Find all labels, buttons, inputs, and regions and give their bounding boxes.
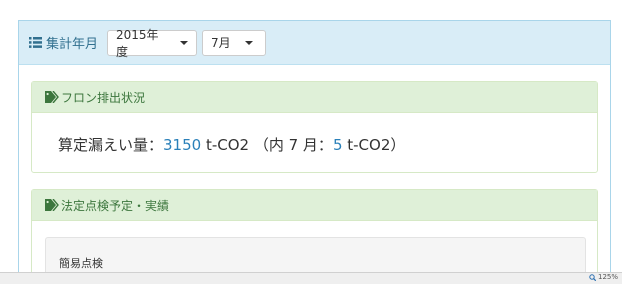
summary-panel: 集計年月 2015年度 7月 フロン排出状況 算定漏えい量：3150 t-CO2…	[18, 20, 611, 282]
tag-icon	[45, 199, 59, 211]
emission-label: 算定漏えい量：	[58, 136, 164, 154]
month-select[interactable]: 7月	[202, 29, 267, 56]
tag-icon	[45, 91, 59, 103]
emission-unit-end: t-CO2）	[342, 136, 406, 154]
caret-down-icon	[180, 40, 189, 45]
year-select-value: 2015年度	[116, 27, 159, 59]
emission-unit: t-CO2 （内 7 月：	[201, 136, 333, 154]
list-icon	[29, 37, 42, 48]
year-select[interactable]: 2015年度	[107, 28, 198, 59]
freon-panel-heading: フロン排出状況	[32, 82, 597, 113]
freon-panel-title: フロン排出状況	[61, 90, 146, 105]
summary-header: 集計年月 2015年度 7月	[19, 21, 610, 65]
freon-emission-panel: フロン排出状況 算定漏えい量：3150 t-CO2 （内 7 月：5 t-CO2…	[31, 81, 598, 173]
zoom-icon	[589, 273, 596, 281]
caret-down-icon	[244, 40, 253, 45]
zoom-level: 125%	[597, 273, 618, 281]
inspection-panel: 法定点検予定・実績 簡易点検	[31, 189, 598, 282]
inspection-panel-heading: 法定点検予定・実績	[32, 190, 597, 221]
simple-inspection-label: 簡易点検	[59, 257, 103, 270]
emission-amount: 算定漏えい量：3150 t-CO2 （内 7 月：5 t-CO2）	[58, 134, 405, 155]
status-bar: 125%	[0, 272, 622, 284]
month-select-value: 7月	[211, 36, 231, 50]
summary-title: 集計年月	[46, 37, 99, 52]
zoom-control[interactable]: 125%	[589, 273, 618, 281]
inspection-panel-title: 法定点検予定・実績	[61, 198, 170, 213]
emission-total-value: 3150	[163, 136, 202, 154]
